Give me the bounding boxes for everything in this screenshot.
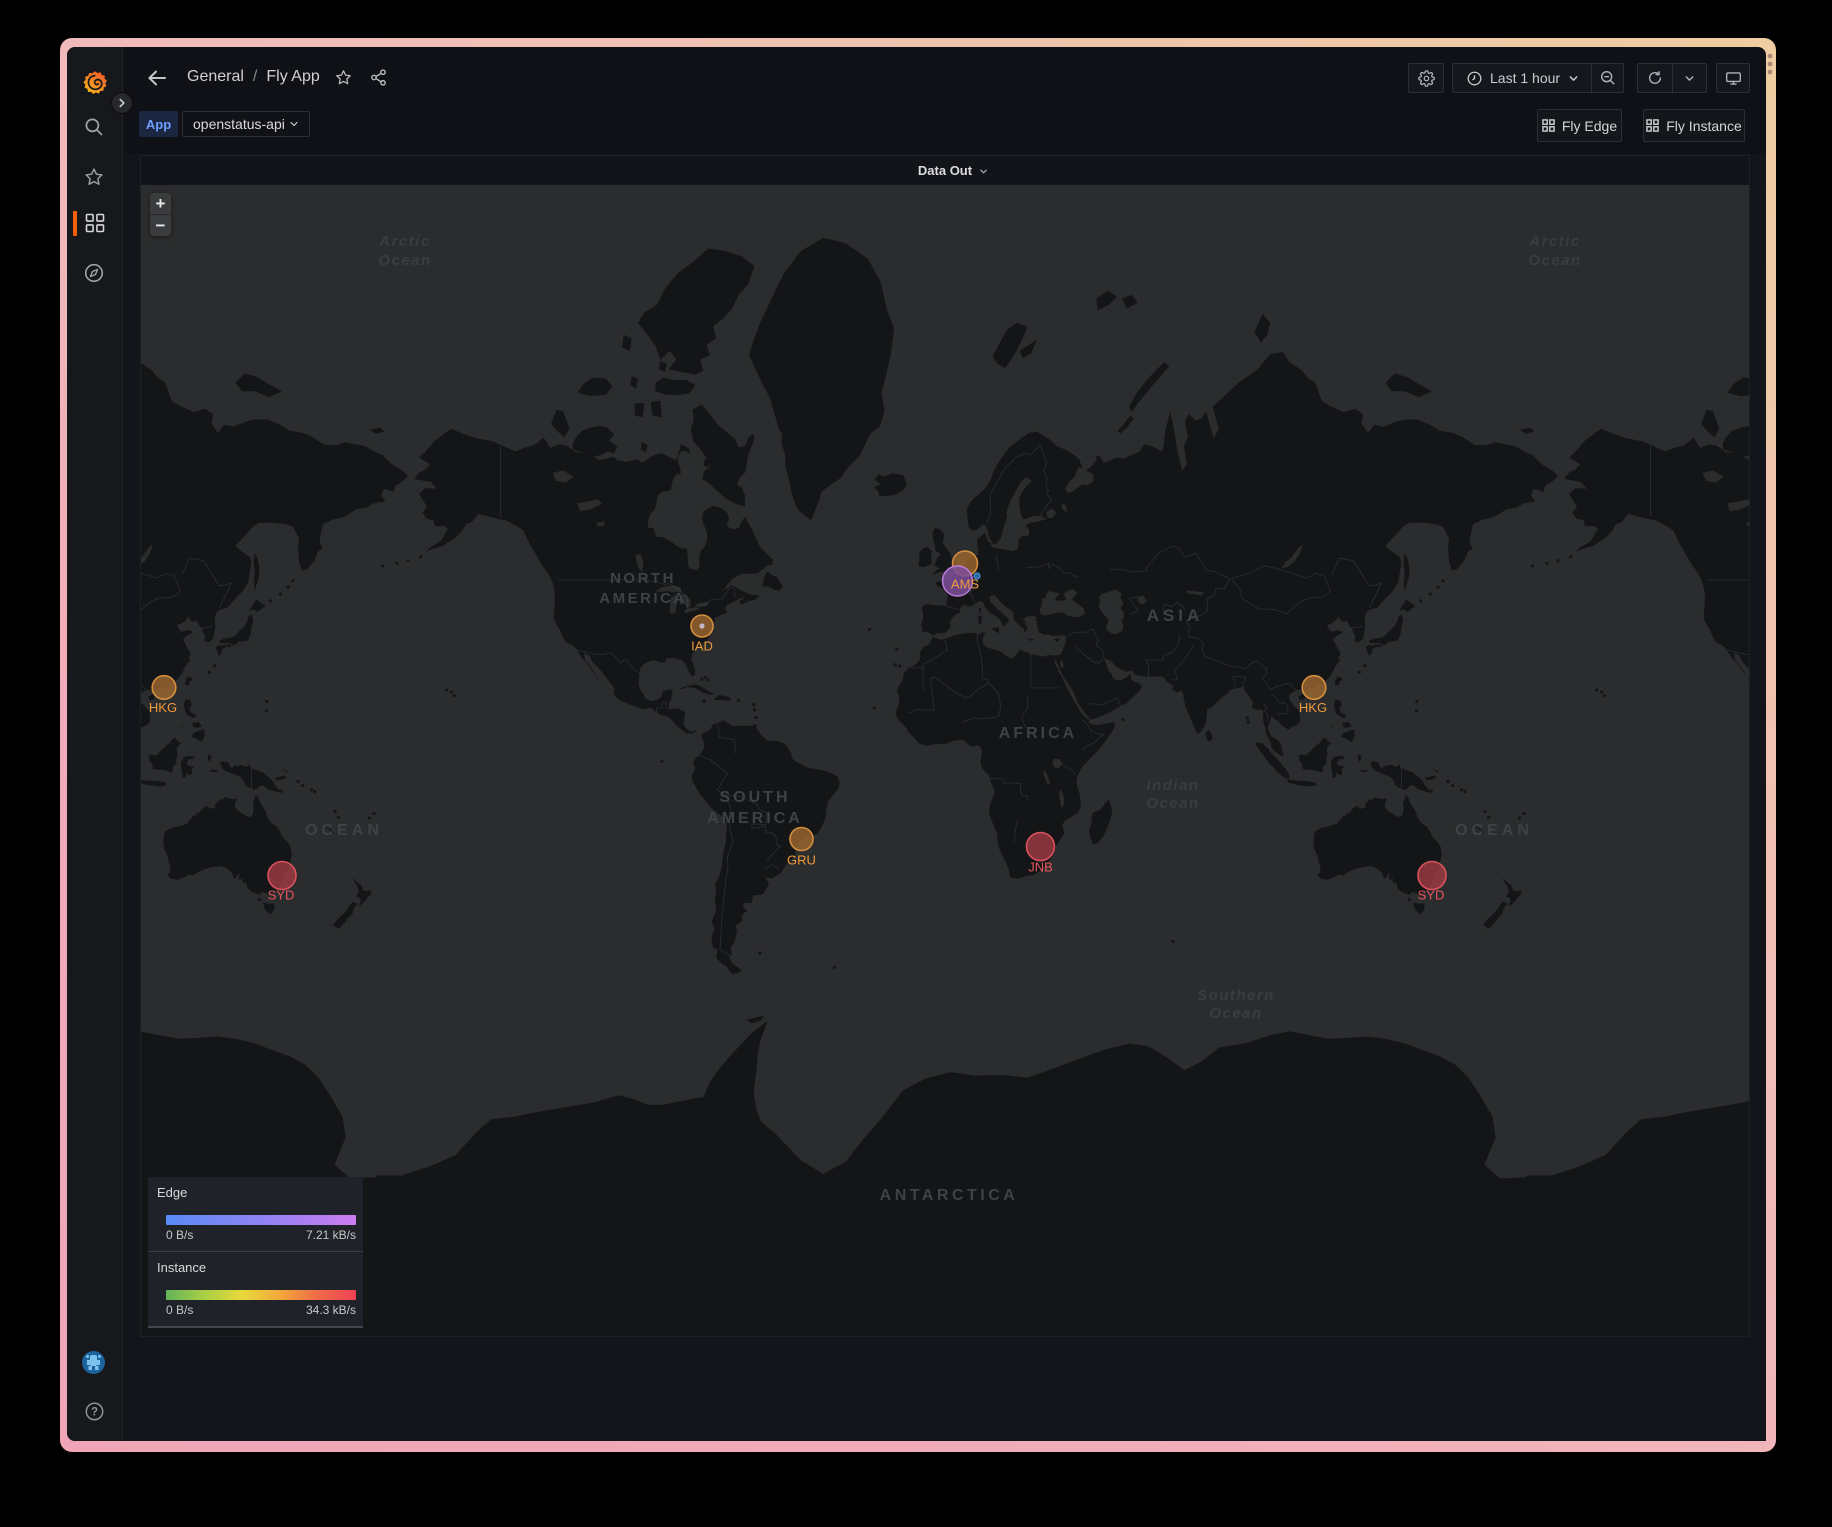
svg-text:ASIA: ASIA	[1147, 606, 1204, 625]
svg-text:ANTARCTICA: ANTARCTICA	[880, 1187, 1019, 1204]
svg-text:AMERICA: AMERICA	[707, 810, 803, 827]
svg-text:?: ?	[91, 1407, 98, 1419]
svg-text:HKG: HKG	[149, 700, 177, 715]
svg-text:Ocean: Ocean	[1209, 1005, 1262, 1022]
svg-text:JNB: JNB	[1028, 860, 1053, 875]
svg-text:AMERICA: AMERICA	[599, 590, 687, 607]
svg-text:Ocean: Ocean	[1528, 252, 1581, 269]
svg-text:OCEAN: OCEAN	[1455, 822, 1533, 839]
svg-text:Southern: Southern	[1197, 987, 1275, 1004]
svg-text:IAD: IAD	[691, 639, 713, 654]
svg-text:Arctic: Arctic	[378, 233, 431, 250]
svg-text:SOUTH: SOUTH	[720, 789, 791, 806]
svg-text:NORTH: NORTH	[610, 570, 676, 587]
svg-text:SYD: SYD	[268, 888, 295, 903]
svg-text:AFRICA: AFRICA	[999, 725, 1077, 742]
svg-text:Ocean: Ocean	[1146, 795, 1199, 812]
svg-text:OCEAN: OCEAN	[305, 822, 383, 839]
svg-text:SYD: SYD	[1418, 888, 1445, 903]
svg-text:Ocean: Ocean	[378, 252, 431, 269]
svg-text:AMS: AMS	[951, 577, 980, 592]
svg-text:Arctic: Arctic	[1528, 233, 1581, 250]
svg-text:HKG: HKG	[1299, 700, 1327, 715]
svg-text:Indian: Indian	[1146, 777, 1199, 794]
svg-text:GRU: GRU	[787, 853, 816, 868]
